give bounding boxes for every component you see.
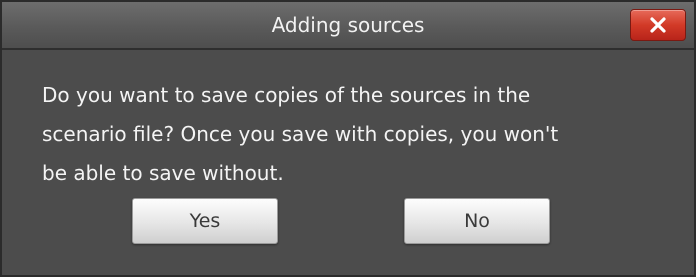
message-line: Do you want to save copies of the source… xyxy=(42,83,531,107)
dialog-message: Do you want to save copies of the source… xyxy=(42,76,678,193)
adding-sources-dialog: Adding sources Do you want to save copie… xyxy=(0,0,696,277)
dialog-titlebar[interactable]: Adding sources xyxy=(2,2,694,50)
message-line: be able to save without. xyxy=(42,161,284,185)
close-button[interactable] xyxy=(630,9,686,41)
yes-button[interactable]: Yes xyxy=(132,198,278,244)
message-line: scenario file? Once you save with copies… xyxy=(42,122,559,146)
no-button[interactable]: No xyxy=(404,198,550,244)
close-icon xyxy=(631,10,685,40)
dialog-title: Adding sources xyxy=(271,13,425,37)
